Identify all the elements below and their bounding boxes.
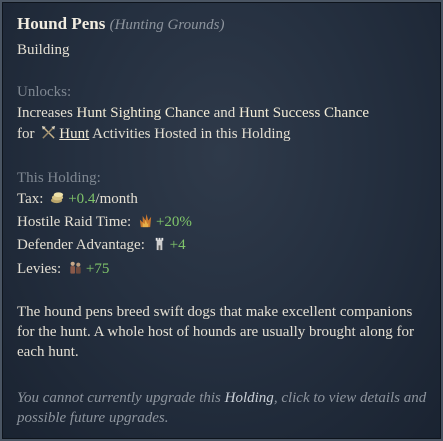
unlocks-text: Increases [17, 105, 77, 121]
upgrade-hint-text: You cannot currently upgrade this [17, 390, 225, 406]
tooltip-title: Hound Pens (Hunting Grounds) [17, 14, 224, 35]
building-description: The hound pens breed swift dogs that mak… [17, 304, 415, 360]
levies-value: +75 [85, 261, 110, 277]
unlocks-text: and [209, 105, 240, 121]
defender-advantage-row: Defender Advantage: +4 [17, 235, 186, 255]
levies-label: Levies: [17, 261, 62, 277]
soldiers-icon [70, 261, 81, 274]
building-category: (Hunting Grounds) [109, 17, 225, 33]
hunt-sighting-chance-keyword[interactable]: Hunt Sighting Chance [77, 105, 210, 121]
tower-icon [155, 237, 163, 251]
building-tooltip: Hound Pens (Hunting Grounds) Building Un… [0, 0, 443, 441]
defender-advantage-value: +4 [169, 237, 186, 253]
raid-time-row: Hostile Raid Time: +20% [17, 212, 192, 232]
upgrade-hint: You cannot currently upgrade this Holdin… [17, 388, 432, 428]
tax-value: +0.4 [68, 191, 96, 207]
holding-keyword[interactable]: Holding [225, 390, 274, 406]
unlocks-heading: Unlocks: [17, 84, 72, 100]
hunt-link[interactable]: Hunt [59, 126, 89, 142]
unlocks-line-1: Increases Hunt Sighting Chance and Hunt … [17, 103, 369, 123]
flames-icon [139, 213, 152, 228]
tax-unit: /month [95, 191, 138, 207]
unlocks-line-2: for Hunt Activities Hosted in this Holdi… [17, 124, 291, 144]
raid-time-value: +20% [155, 214, 192, 230]
hunt-success-chance-keyword[interactable]: Hunt Success Chance [239, 105, 369, 121]
unlocks-text: Activities Hosted in this Holding [89, 126, 291, 142]
coins-icon [51, 192, 64, 204]
tax-row: Tax: +0.4/month [17, 189, 138, 209]
crossed-spears-icon [42, 125, 56, 139]
tax-label: Tax: [17, 191, 44, 207]
raid-time-label: Hostile Raid Time: [17, 214, 132, 230]
building-type: Building [17, 42, 70, 58]
holding-heading: This Holding: [17, 170, 101, 186]
unlocks-text: for [17, 126, 35, 142]
building-name: Hound Pens [17, 14, 106, 33]
levies-row: Levies: +75 [17, 259, 109, 279]
defender-advantage-label: Defender Advantage: [17, 237, 145, 253]
